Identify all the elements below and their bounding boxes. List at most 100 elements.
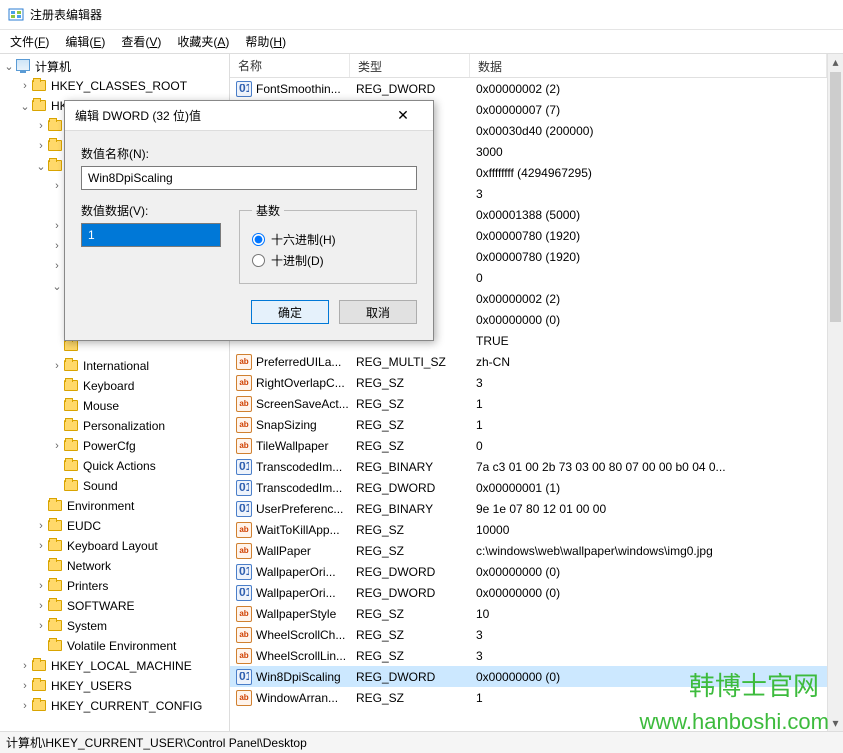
list-row[interactable]: 011FontSmoothin...REG_DWORD0x00000002 (2… [230, 78, 827, 99]
chevron-right-icon[interactable]: › [34, 140, 48, 152]
cancel-button[interactable]: 取消 [339, 300, 417, 324]
col-name[interactable]: 名称 [230, 54, 350, 77]
menu-收藏夹[interactable]: 收藏夹(A) [169, 30, 237, 53]
string-value-icon: ab [236, 606, 252, 622]
menu-查看[interactable]: 查看(V) [113, 30, 169, 53]
tree-item[interactable]: › EUDC [0, 516, 229, 536]
tree-item[interactable]: Environment [0, 496, 229, 516]
tree-item[interactable]: ›Keyboard Layout [0, 536, 229, 556]
list-row[interactable]: 011WallpaperOri...REG_DWORD0x00000000 (0… [230, 582, 827, 603]
value-data: 0x00000002 (2) [470, 292, 827, 306]
tree-item[interactable]: › System [0, 616, 229, 636]
tree-item[interactable]: Mouse [0, 396, 229, 416]
chevron-right-icon[interactable]: › [50, 260, 64, 272]
list-row[interactable]: abScreenSaveAct...REG_SZ1 [230, 393, 827, 414]
tree-label: SOFTWARE [67, 599, 135, 613]
menu-编辑[interactable]: 编辑(E) [57, 30, 113, 53]
menu-文件[interactable]: 文件(F) [2, 30, 57, 53]
list-row[interactable]: abRightOverlapC...REG_SZ3 [230, 372, 827, 393]
list-row[interactable]: 011TranscodedIm...REG_BINARY7a c3 01 00 … [230, 456, 827, 477]
tree-item[interactable]: ›HKEY_CLASSES_ROOT [0, 76, 229, 96]
scroll-up-icon[interactable]: ▴ [828, 54, 843, 70]
list-row[interactable]: 011UserPreferenc...REG_BINARY9e 1e 07 80… [230, 498, 827, 519]
chevron-down-icon[interactable]: ⌄ [34, 160, 48, 173]
watermark-text: 韩博士官网 [689, 666, 819, 703]
radio-hex[interactable] [252, 233, 265, 246]
list-row[interactable]: abWheelScrollCh...REG_SZ3 [230, 624, 827, 645]
tree-item[interactable]: ›HKEY_USERS [0, 676, 229, 696]
list-row[interactable]: abTileWallpaperREG_SZ0 [230, 435, 827, 456]
svg-text:011: 011 [239, 504, 249, 514]
tree-label: System [67, 619, 107, 633]
close-icon[interactable]: ✕ [383, 102, 423, 130]
chevron-right-icon[interactable]: › [18, 680, 32, 692]
tree-label: Mouse [83, 399, 119, 413]
chevron-right-icon[interactable]: › [18, 80, 32, 92]
tree-item[interactable]: › SOFTWARE [0, 596, 229, 616]
tree-item[interactable]: Volatile Environment [0, 636, 229, 656]
tree-label: Quick Actions [83, 459, 156, 473]
chevron-right-icon[interactable]: › [50, 220, 64, 232]
value-name: WheelScrollLin... [256, 649, 346, 663]
folder-icon [64, 438, 80, 454]
tree-label: Volatile Environment [67, 639, 176, 653]
chevron-right-icon[interactable]: › [34, 120, 48, 132]
tree-item[interactable]: ⌄计算机 [0, 56, 229, 76]
value-data: TRUE [470, 334, 827, 348]
tree-item[interactable]: ›HKEY_CURRENT_CONFIG [0, 696, 229, 716]
scroll-down-icon[interactable]: ▾ [828, 715, 843, 731]
chevron-right-icon[interactable]: › [50, 240, 64, 252]
chevron-right-icon[interactable]: › [18, 660, 32, 672]
tree-item[interactable]: Sound [0, 476, 229, 496]
ok-button[interactable]: 确定 [251, 300, 329, 324]
tree-item[interactable]: Keyboard [0, 376, 229, 396]
value-data: 0x00000007 (7) [470, 103, 827, 117]
tree-item[interactable]: › International [0, 356, 229, 376]
tree-item[interactable]: Network [0, 556, 229, 576]
chevron-right-icon[interactable]: › [34, 580, 48, 592]
dialog-titlebar[interactable]: 编辑 DWORD (32 位)值 ✕ [65, 101, 433, 131]
tree-label: EUDC [67, 519, 101, 533]
folder-icon [48, 518, 64, 534]
menu-帮助[interactable]: 帮助(H) [237, 30, 294, 53]
chevron-right-icon[interactable]: › [50, 180, 64, 192]
value-name-input[interactable] [81, 166, 417, 190]
chevron-down-icon[interactable]: ⌄ [2, 60, 16, 73]
folder-icon [64, 398, 80, 414]
folder-icon [48, 558, 64, 574]
tree-item[interactable]: Quick Actions [0, 456, 229, 476]
chevron-down-icon[interactable]: ⌄ [18, 100, 32, 113]
status-path: 计算机\HKEY_CURRENT_USER\Control Panel\Desk… [6, 734, 307, 751]
base-fieldset: 基数 十六进制(H) 十进制(D) [239, 202, 417, 284]
scroll-thumb[interactable] [830, 72, 841, 322]
chevron-right-icon[interactable]: › [34, 620, 48, 632]
tree-item[interactable]: ›PowerCfg [0, 436, 229, 456]
radio-dec[interactable] [252, 254, 265, 267]
list-scrollbar[interactable]: ▴ ▾ [827, 54, 843, 731]
col-data[interactable]: 数据 [470, 54, 827, 77]
col-type[interactable]: 类型 [350, 54, 470, 77]
chevron-right-icon[interactable]: › [34, 600, 48, 612]
list-row[interactable]: 011TranscodedIm...REG_DWORD0x00000001 (1… [230, 477, 827, 498]
folder-icon [48, 498, 64, 514]
binary-value-icon: 011 [236, 564, 252, 580]
chevron-down-icon[interactable]: ⌄ [50, 280, 64, 293]
value-data: 0x00000000 (0) [470, 586, 827, 600]
chevron-right-icon[interactable]: › [50, 360, 64, 372]
chevron-right-icon[interactable]: › [34, 520, 48, 532]
tree-item[interactable]: Personalization [0, 416, 229, 436]
tree-item[interactable]: ›HKEY_LOCAL_MACHINE [0, 656, 229, 676]
list-row[interactable]: abWheelScrollLin...REG_SZ3 [230, 645, 827, 666]
list-row[interactable]: abWaitToKillApp...REG_SZ10000 [230, 519, 827, 540]
chevron-right-icon[interactable]: › [18, 700, 32, 712]
value-data-input[interactable] [81, 223, 221, 247]
chevron-right-icon[interactable]: › [34, 540, 48, 552]
tree-item[interactable]: ›Printers [0, 576, 229, 596]
list-row[interactable]: abWallpaperStyleREG_SZ10 [230, 603, 827, 624]
list-row[interactable]: 011WallpaperOri...REG_DWORD0x00000000 (0… [230, 561, 827, 582]
tree-label: International [83, 359, 149, 373]
list-row[interactable]: abWallPaperREG_SZc:\windows\web\wallpape… [230, 540, 827, 561]
chevron-right-icon[interactable]: › [50, 440, 64, 452]
list-row[interactable]: abPreferredUILa...REG_MULTI_SZzh-CN [230, 351, 827, 372]
list-row[interactable]: abSnapSizingREG_SZ1 [230, 414, 827, 435]
